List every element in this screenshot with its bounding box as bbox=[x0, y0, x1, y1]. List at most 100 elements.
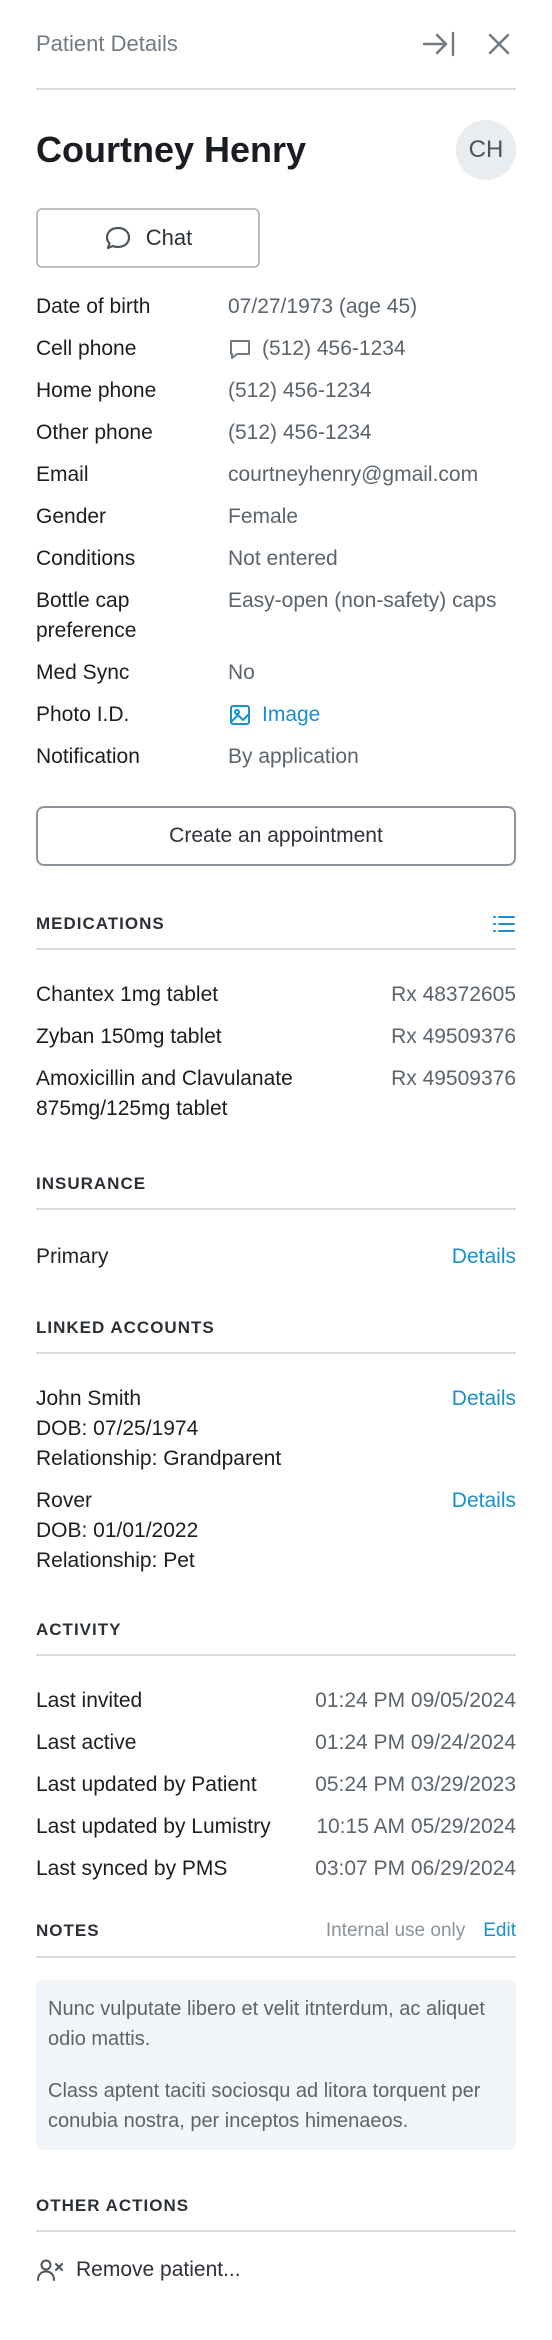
linked-account-info: Rover DOB: 01/01/2022 Relationship: Pet bbox=[36, 1486, 198, 1576]
medication-rx: Rx 49509376 bbox=[391, 1067, 516, 1090]
notes-internal-label: Internal use only bbox=[325, 1920, 466, 1941]
patient-name: Courtney Henry bbox=[36, 129, 307, 170]
image-icon bbox=[230, 705, 250, 725]
insurance-primary-label: Primary bbox=[36, 1245, 109, 1268]
dob-value: 07/27/1973 (age 45) bbox=[228, 295, 418, 318]
activity-label: Last synced by PMS bbox=[36, 1857, 228, 1880]
linked-account-relationship: Relationship: Grandparent bbox=[36, 1447, 282, 1470]
activity-label: Last invited bbox=[36, 1689, 143, 1712]
chat-button[interactable]: Chat bbox=[36, 208, 260, 268]
linked-account-dob: DOB: 01/01/2022 bbox=[36, 1519, 199, 1542]
activity-label: Last active bbox=[36, 1731, 137, 1754]
linked-account-dob: DOB: 07/25/1974 bbox=[36, 1417, 199, 1440]
activity-section: ACTIVITY Last invited 01:24 PM 09/05/202… bbox=[36, 1620, 516, 1884]
other-actions-section: OTHER ACTIONS Remove patient... bbox=[36, 2196, 516, 2282]
note-paragraph: Class aptent taciti sociosqu ad litora t… bbox=[48, 2080, 481, 2132]
linked-accounts-title: LINKED ACCOUNTS bbox=[36, 1318, 215, 1337]
notes-edit-link[interactable]: Edit bbox=[483, 1920, 516, 1942]
insurance-header: INSURANCE bbox=[36, 1174, 516, 1210]
medication-name-line-1: Chantex 1mg tablet bbox=[36, 983, 219, 1006]
remove-patient-label: Remove patient... bbox=[76, 2258, 241, 2281]
activity-header: ACTIVITY bbox=[36, 1620, 516, 1656]
avatar: CH bbox=[456, 120, 516, 180]
medications-header: MEDICATIONS bbox=[36, 914, 516, 950]
other-actions-title: OTHER ACTIONS bbox=[36, 2196, 190, 2215]
patient-details-panel: Patient Details Courtney Henry CH Chat D… bbox=[0, 0, 552, 2282]
medication-rx: Rx 48372605 bbox=[391, 983, 516, 1006]
conditions-value: Not entered bbox=[228, 547, 338, 570]
home-phone-label: Home phone bbox=[36, 379, 157, 402]
gender-value: Female bbox=[228, 505, 299, 528]
notes-box: Nunc vulputate libero et velit itnterdum… bbox=[36, 1980, 516, 2150]
collapse-right-icon[interactable] bbox=[422, 27, 456, 61]
create-appointment-button[interactable]: Create an appointment bbox=[36, 806, 516, 866]
medication-row[interactable]: Chantex 1mg tablet Rx 48372605 bbox=[36, 980, 516, 1010]
close-icon[interactable] bbox=[482, 27, 516, 61]
notes-header: NOTES Internal use only Edit bbox=[36, 1920, 516, 1958]
notes-aside: Internal use only Edit bbox=[326, 1920, 516, 1942]
linked-account-item: John Smith DOB: 07/25/1974 Relationship:… bbox=[36, 1384, 516, 1474]
photo-id-label: Photo I.D. bbox=[36, 703, 130, 726]
detail-row-bottle-cap: Bottle cap preference Easy-open (non-saf… bbox=[36, 586, 516, 646]
detail-row-dob: Date of birth 07/27/1973 (age 45) bbox=[36, 292, 516, 322]
activity-value: 10:15 AM 05/29/2024 bbox=[316, 1815, 516, 1838]
panel-header: Patient Details bbox=[36, 0, 516, 90]
activity-value: 01:24 PM 09/05/2024 bbox=[315, 1689, 516, 1712]
conditions-label: Conditions bbox=[36, 547, 136, 570]
cell-phone-value: (512) 456-1234 bbox=[262, 337, 406, 360]
home-phone-value: (512) 456-1234 bbox=[228, 379, 372, 402]
linked-account-info: John Smith DOB: 07/25/1974 Relationship:… bbox=[36, 1384, 281, 1474]
bottle-cap-label: Bottle cap preference bbox=[36, 586, 228, 646]
detail-row-med-sync: Med Sync No bbox=[36, 658, 516, 688]
detail-row-notification: Notification By application bbox=[36, 742, 516, 772]
message-icon[interactable] bbox=[228, 338, 252, 360]
med-sync-value: No bbox=[228, 661, 255, 684]
detail-row-cell-phone: Cell phone (512) 456-1234 bbox=[36, 334, 516, 364]
email-label: Email bbox=[36, 463, 89, 486]
insurance-details-link[interactable]: Details bbox=[452, 1242, 516, 1272]
photo-id-link[interactable]: Image bbox=[228, 700, 516, 730]
bottle-cap-label-line-1: Bottle cap bbox=[36, 589, 130, 612]
bottle-cap-label-line-2: preference bbox=[36, 619, 137, 642]
chat-bubble-icon bbox=[105, 226, 130, 250]
activity-row: Last active 01:24 PM 09/24/2024 bbox=[36, 1728, 516, 1758]
medication-name-line-1: Zyban 150mg tablet bbox=[36, 1025, 222, 1048]
detail-row-email: Email courtneyhenry@gmail.com bbox=[36, 460, 516, 490]
gender-label: Gender bbox=[36, 505, 107, 528]
remove-patient-button[interactable]: Remove patient... bbox=[36, 2254, 516, 2282]
activity-title: ACTIVITY bbox=[36, 1620, 122, 1639]
medication-row[interactable]: Amoxicillin and Clavulanate 875mg/125mg … bbox=[36, 1064, 516, 1124]
med-sync-label: Med Sync bbox=[36, 661, 130, 684]
linked-accounts-section: LINKED ACCOUNTS John Smith DOB: 07/25/19… bbox=[36, 1318, 516, 1576]
medication-row[interactable]: Zyban 150mg tablet Rx 49509376 bbox=[36, 1022, 516, 1052]
medication-rx: Rx 49509376 bbox=[391, 1025, 516, 1048]
list-icon[interactable] bbox=[492, 914, 516, 934]
linked-account-details-link[interactable]: Details bbox=[452, 1384, 516, 1474]
header-actions bbox=[422, 27, 516, 61]
medications-title: MEDICATIONS bbox=[36, 914, 165, 933]
activity-value: 03:07 PM 06/29/2024 bbox=[315, 1857, 516, 1880]
linked-account-item: Rover DOB: 01/01/2022 Relationship: Pet … bbox=[36, 1486, 516, 1576]
notification-value: By application bbox=[228, 745, 359, 768]
activity-value: 05:24 PM 03/29/2023 bbox=[315, 1773, 516, 1796]
linked-accounts-header: LINKED ACCOUNTS bbox=[36, 1318, 516, 1354]
medication-name-line-1: Amoxicillin and Clavulanate bbox=[36, 1067, 293, 1090]
note-paragraph: Nunc vulputate libero et velit itnterdum… bbox=[48, 1998, 485, 2050]
insurance-row-primary: Primary Details bbox=[36, 1232, 516, 1272]
photo-id-value: Image bbox=[262, 703, 321, 726]
activity-row: Last updated by Patient 05:24 PM 03/29/2… bbox=[36, 1770, 516, 1800]
medications-section: MEDICATIONS Chantex 1mg tablet Rx 483726… bbox=[36, 914, 516, 1124]
bottle-cap-value: Easy-open (non-safety) caps bbox=[228, 589, 497, 612]
notes-section: NOTES Internal use only Edit Nunc vulput… bbox=[36, 1920, 516, 2150]
patient-details-list: Date of birth 07/27/1973 (age 45) Cell p… bbox=[36, 292, 516, 772]
linked-account-details-link[interactable]: Details bbox=[452, 1486, 516, 1576]
activity-label: Last updated by Patient bbox=[36, 1773, 257, 1796]
email-value: courtneyhenry@gmail.com bbox=[228, 463, 479, 486]
detail-row-other-phone: Other phone (512) 456-1234 bbox=[36, 418, 516, 448]
activity-list: Last invited 01:24 PM 09/05/2024 Last ac… bbox=[36, 1678, 516, 1884]
linked-accounts-list: John Smith DOB: 07/25/1974 Relationship:… bbox=[36, 1376, 516, 1576]
remove-user-icon bbox=[37, 2259, 63, 2281]
panel-title: Patient Details bbox=[36, 31, 178, 56]
notes-title: NOTES bbox=[36, 1921, 100, 1940]
activity-row: Last invited 01:24 PM 09/05/2024 bbox=[36, 1686, 516, 1716]
